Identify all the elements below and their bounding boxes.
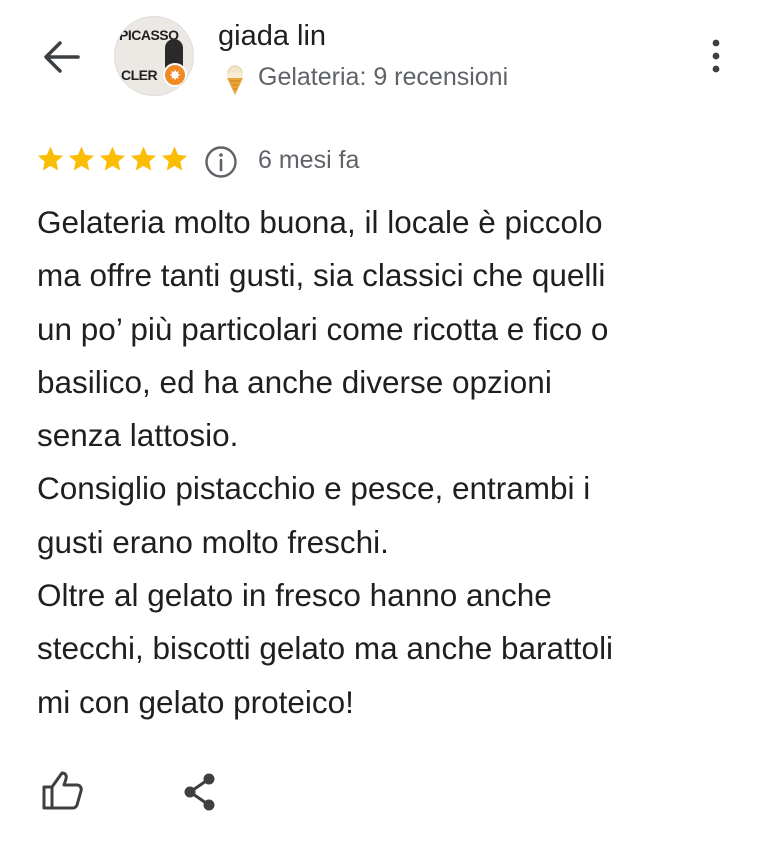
share-icon — [184, 773, 215, 811]
share-button[interactable] — [180, 770, 220, 814]
star-icon — [130, 146, 157, 171]
reviewer-name[interactable]: giada lin — [218, 20, 326, 53]
ice-cream-icon — [227, 65, 243, 95]
review-time: 6 mesi fa — [258, 146, 360, 174]
review-text: Gelateria molto buona, il locale è picco… — [37, 204, 614, 720]
star-icon — [37, 146, 64, 171]
back-button[interactable] — [40, 36, 82, 78]
star-icon — [161, 146, 188, 171]
star-icon — [99, 146, 126, 171]
local-guide-star-icon: ✸ — [163, 63, 187, 87]
star-rating — [36, 144, 191, 179]
info-button[interactable] — [204, 145, 238, 179]
avatar-text-bottom: CLER — [121, 67, 158, 83]
info-icon — [205, 146, 237, 178]
star-icon — [68, 146, 95, 171]
thumb-up-icon — [42, 771, 83, 810]
more-options-button[interactable] — [700, 36, 732, 76]
reviewer-category: Gelateria: 9 recensioni — [258, 63, 509, 91]
arrow-back-icon — [44, 41, 80, 73]
avatar[interactable]: PICASSO CLER ✸ — [114, 16, 194, 96]
more-vert-icon — [712, 39, 720, 73]
like-button[interactable] — [40, 768, 84, 812]
